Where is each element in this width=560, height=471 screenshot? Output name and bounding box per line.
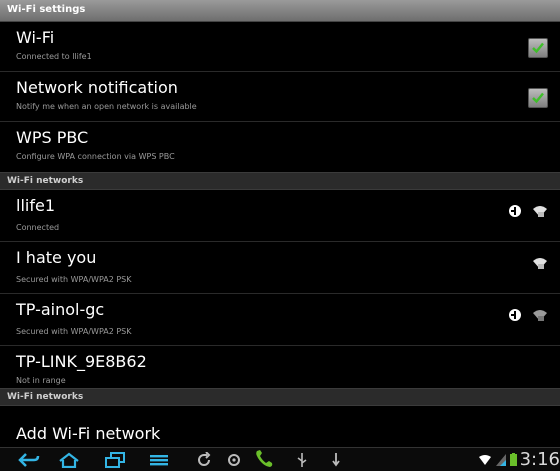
- network-item-i-hate-you[interactable]: I hate you Secured with WPA/WPA2 PSK: [0, 242, 560, 294]
- network-icons: [508, 202, 548, 220]
- system-bar: 3:16: [0, 447, 560, 471]
- network-ssid: TP-ainol-gc: [16, 300, 105, 319]
- wps-pbc-row[interactable]: WPS PBC Configure WPA connection via WPS…: [0, 122, 560, 172]
- network-ssid: I hate you: [16, 248, 97, 267]
- network-status: Not in range: [16, 376, 66, 385]
- network-status: Secured with WPA/WPA2 PSK: [16, 275, 132, 284]
- menu-icon[interactable]: [148, 452, 170, 468]
- window-title: Wi-Fi settings: [7, 4, 86, 15]
- wifi-label: Wi-Fi: [16, 28, 55, 47]
- wps-pbc-label: WPS PBC: [16, 128, 89, 147]
- wifi-checkbox[interactable]: [528, 38, 548, 58]
- wifi-signal-icon: [533, 206, 547, 217]
- wifi-signal-icon: [533, 310, 547, 321]
- back-icon[interactable]: [18, 452, 40, 468]
- signal-strength-icon: [496, 454, 506, 466]
- network-icons: [532, 254, 548, 272]
- network-ssid: TP-LINK_9E8B62: [16, 352, 147, 371]
- add-wifi-network-label: Add Wi-Fi network: [16, 424, 161, 443]
- add-wifi-network-row[interactable]: Add Wi-Fi network: [0, 406, 560, 447]
- network-icons: [508, 306, 548, 324]
- wifi-networks-header: Wi-Fi networks: [0, 172, 560, 190]
- sync-icon[interactable]: [226, 452, 242, 468]
- wifi-networks-header-2: Wi-Fi networks: [0, 388, 560, 406]
- clock: 3:16: [519, 449, 560, 470]
- battery-icon: [510, 453, 517, 466]
- wps-pbc-desc: Configure WPA connection via WPS PBC: [16, 152, 175, 161]
- refresh-icon[interactable]: [196, 452, 212, 468]
- network-item-tp-ainol-gc[interactable]: TP-ainol-gc Secured with WPA/WPA2 PSK: [0, 294, 560, 346]
- network-item-tp-link[interactable]: TP-LINK_9E8B62 Not in range: [0, 346, 560, 388]
- network-ssid: llife1: [16, 196, 55, 215]
- network-notification-label: Network notification: [16, 78, 178, 97]
- network-item-llife1[interactable]: llife1 Connected: [0, 190, 560, 242]
- home-icon[interactable]: [58, 452, 80, 468]
- wps-icon: [509, 309, 521, 321]
- network-status: Secured with WPA/WPA2 PSK: [16, 327, 132, 336]
- wifi-status: Connected to llife1: [16, 52, 92, 61]
- network-notification-row[interactable]: Network notification Notify me when an o…: [0, 72, 560, 122]
- wifi-toggle-row[interactable]: Wi-Fi Connected to llife1: [0, 22, 560, 72]
- phone-icon: [256, 450, 273, 467]
- wps-icon: [509, 205, 521, 217]
- usb-icon: [297, 453, 307, 467]
- wifi-networks-header-label: Wi-Fi networks: [7, 176, 84, 186]
- wifi-status-icon: [479, 455, 491, 465]
- wifi-networks-header-2-label: Wi-Fi networks: [7, 392, 84, 402]
- network-status: Connected: [16, 223, 60, 232]
- network-notification-desc: Notify me when an open network is availa…: [16, 102, 197, 111]
- wifi-signal-icon: [533, 258, 547, 269]
- notification-icon: [332, 453, 340, 467]
- recent-apps-icon[interactable]: [104, 452, 126, 468]
- network-notification-checkbox[interactable]: [528, 88, 548, 108]
- window-titlebar: Wi-Fi settings: [0, 0, 560, 22]
